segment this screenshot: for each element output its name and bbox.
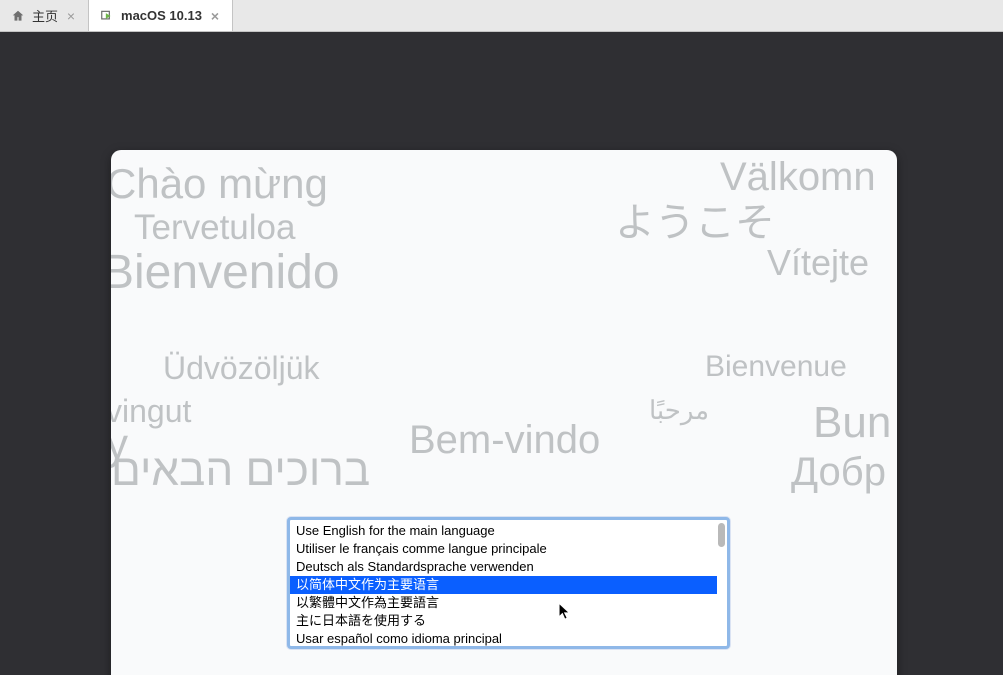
language-option[interactable]: 以简体中文作为主要语言 [290, 576, 717, 594]
language-option[interactable]: Use English for the main language [290, 522, 717, 540]
language-option[interactable]: Deutsch als Standardsprache verwenden [290, 558, 717, 576]
welcome-word: Vítejte [767, 242, 869, 284]
tab-home[interactable]: 主页 × [0, 0, 89, 31]
scrollbar-thumb[interactable] [718, 523, 725, 547]
welcome-word: Chào mừng [111, 160, 328, 208]
language-list-box: Use English for the main languageUtilise… [287, 517, 730, 649]
welcome-word: ברוכים הבאים [111, 446, 370, 496]
close-icon[interactable]: × [208, 9, 222, 23]
language-list[interactable]: Use English for the main languageUtilise… [290, 520, 717, 646]
tab-bar: 主页 × macOS 10.13 × [0, 0, 1003, 32]
language-option[interactable]: Utiliser le français comme langue princi… [290, 540, 717, 558]
tab-vm[interactable]: macOS 10.13 × [89, 0, 233, 31]
close-icon[interactable]: × [64, 9, 78, 23]
tab-label: macOS 10.13 [121, 8, 202, 23]
welcome-word: مرحبًا [649, 395, 709, 426]
welcome-word: Добр [791, 450, 886, 495]
welcome-word: Välkomn [720, 155, 876, 200]
tab-label: 主页 [32, 6, 58, 25]
welcome-word: Tervetuloa [134, 208, 295, 248]
home-icon [10, 8, 26, 24]
language-option[interactable]: Usar español como idioma principal [290, 630, 717, 646]
welcome-word: Bem-vindo [409, 418, 600, 463]
welcome-word: Bienvenue [705, 350, 847, 384]
welcome-word: Bun [813, 398, 891, 448]
welcome-word: Üdvözöljük [163, 350, 320, 387]
macos-setup-window: Chào mừngTervetuloaBienvenidoようこそVälkomn… [111, 150, 897, 675]
language-option[interactable]: 以繁體中文作為主要語言 [290, 594, 717, 612]
scrollbar[interactable] [717, 520, 727, 646]
vm-icon [99, 8, 115, 24]
guest-display: Chào mừngTervetuloaBienvenidoようこそVälkomn… [0, 32, 1003, 675]
language-option[interactable]: 主に日本語を使用する [290, 612, 717, 630]
welcome-word: Bienvenido [111, 245, 340, 300]
